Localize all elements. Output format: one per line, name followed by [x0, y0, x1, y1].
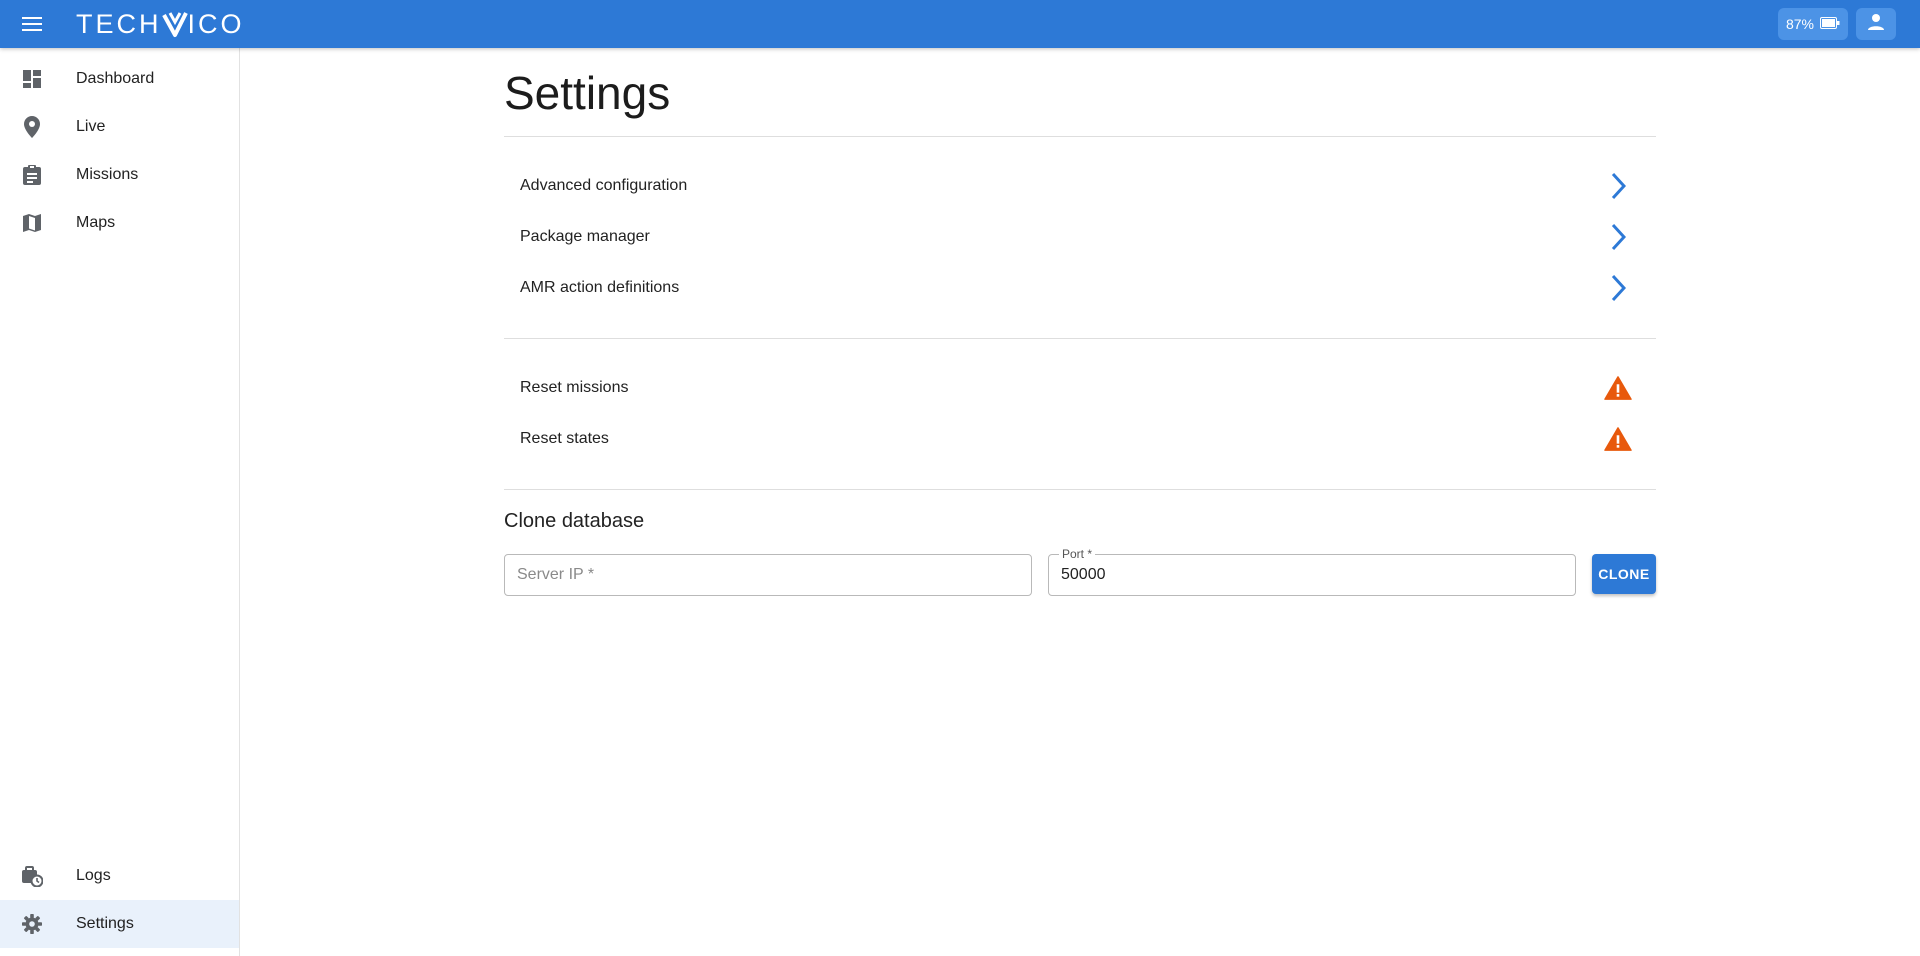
dashboard-icon: [20, 67, 44, 91]
divider: [504, 489, 1656, 490]
gear-icon: [20, 912, 44, 936]
clone-button[interactable]: CLONE: [1592, 554, 1656, 594]
divider: [504, 338, 1656, 339]
reset-missions-row[interactable]: Reset missions: [504, 364, 1656, 412]
sidebar-item-dashboard[interactable]: Dashboard: [0, 55, 239, 103]
row-label: Reset states: [520, 430, 609, 447]
brand-logo-left: TECH: [76, 8, 162, 39]
advanced-configuration-row[interactable]: Advanced configuration: [504, 162, 1656, 210]
sidebar-item-live[interactable]: Live: [0, 103, 239, 151]
sidebar-item-settings[interactable]: Settings: [0, 900, 239, 948]
brand-logo-right: ICO: [187, 8, 245, 39]
reset-states-row[interactable]: Reset states: [504, 415, 1656, 463]
row-label: AMR action definitions: [520, 279, 680, 296]
clone-database-title: Clone database: [504, 510, 645, 532]
logs-icon: [20, 864, 44, 888]
server-ip-field[interactable]: [504, 554, 1032, 596]
sidebar-item-label: Live: [76, 118, 106, 135]
server-ip-input[interactable]: [517, 563, 1017, 587]
battery-level: 87%: [1785, 16, 1815, 32]
chevron-right-icon: [1604, 223, 1632, 251]
port-label: Port *: [1059, 547, 1096, 561]
clipboard-icon: [20, 163, 44, 187]
divider: [504, 136, 1656, 137]
map-icon: [20, 211, 44, 235]
row-label: Advanced configuration: [520, 177, 688, 194]
sidebar: Dashboard Live Missions Maps Logs Settin…: [0, 48, 240, 956]
sidebar-item-maps[interactable]: Maps: [0, 199, 239, 247]
amr-action-definitions-row[interactable]: AMR action definitions: [504, 264, 1656, 312]
sidebar-item-label: Settings: [76, 915, 134, 932]
sidebar-item-label: Logs: [76, 867, 111, 884]
port-input[interactable]: [1061, 563, 1561, 587]
battery-icon: [1820, 16, 1840, 32]
top-app-bar: TECH ICO 87%: [0, 0, 1920, 48]
warning-icon: [1604, 374, 1632, 402]
brand-logo[interactable]: TECH ICO: [76, 8, 245, 40]
row-label: Reset missions: [520, 379, 629, 396]
battery-indicator[interactable]: 87%: [1778, 8, 1848, 40]
sidebar-item-label: Dashboard: [76, 70, 155, 87]
package-manager-row[interactable]: Package manager: [504, 213, 1656, 261]
sidebar-item-label: Missions: [76, 166, 139, 183]
sidebar-item-logs[interactable]: Logs: [0, 852, 239, 900]
row-label: Package manager: [520, 228, 650, 245]
chevron-right-icon: [1604, 274, 1632, 302]
brand-v-mark: [161, 9, 188, 39]
sidebar-item-missions[interactable]: Missions: [0, 151, 239, 199]
port-field[interactable]: Port *: [1048, 547, 1576, 596]
location-pin-icon: [20, 115, 44, 139]
chevron-right-icon: [1604, 172, 1632, 200]
person-icon: [1867, 13, 1885, 36]
sidebar-item-label: Maps: [76, 214, 116, 231]
page-title: Settings: [504, 67, 671, 119]
account-button[interactable]: [1856, 8, 1896, 40]
warning-icon: [1604, 425, 1632, 453]
menu-icon[interactable]: [18, 12, 46, 36]
